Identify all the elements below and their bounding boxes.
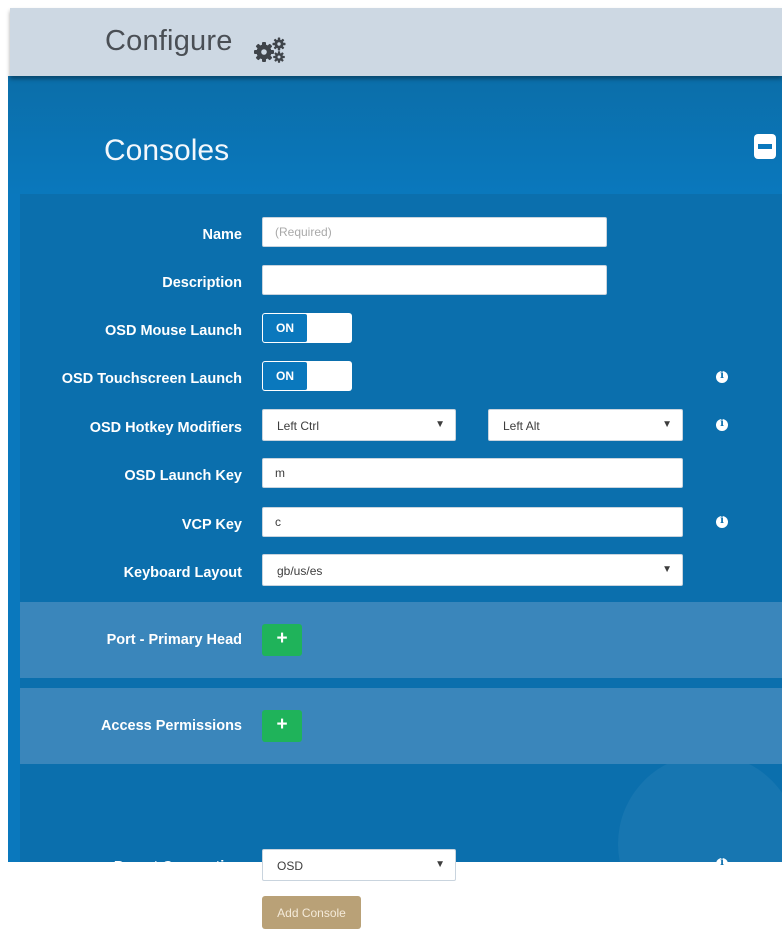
page-header: Configure [10,8,782,76]
select-value: gb/us/es [277,564,323,578]
osd-launch-key-label: OSD Launch Key [124,468,242,484]
vcp-key-label: VCP Key [181,517,242,533]
access-permissions-row: Access Permissions + [20,688,782,764]
gears-icon [253,36,289,64]
preset-connection-label: Preset Connection [113,859,242,875]
name-label: Name [202,227,243,243]
port-primary-head-row: Port - Primary Head + [20,602,782,678]
plus-icon: + [276,628,288,649]
info-icon[interactable]: i [716,370,728,383]
console-form: Name Description OSD Mouse Launch ON OSD… [20,194,782,934]
osd-mouse-launch-toggle[interactable]: ON [262,313,352,343]
keyboard-layout-label: Keyboard Layout [123,565,242,581]
info-icon[interactable]: i [716,515,728,528]
hotkey-modifier-2-select[interactable]: Left Alt ▼ [488,409,683,441]
description-label: Description [162,275,242,291]
osd-touchscreen-launch-label: OSD Touchscreen Launch [61,371,242,387]
select-value: OSD [277,859,304,873]
description-field[interactable] [262,265,607,295]
consoles-section: Consoles Name Description OSD Mouse Laun… [8,76,782,934]
add-console-button[interactable]: Add Console [262,896,361,929]
add-access-permission-button[interactable]: + [262,710,302,742]
keyboard-layout-select[interactable]: gb/us/es ▼ [262,554,683,586]
access-permissions-label: Access Permissions [100,718,242,734]
name-field[interactable] [262,217,607,247]
port-primary-head-label: Port - Primary Head [106,632,242,648]
info-icon[interactable]: i [716,857,728,870]
collapse-button[interactable] [754,134,776,159]
osd-mouse-launch-label: OSD Mouse Launch [105,323,242,339]
osd-touchscreen-launch-toggle[interactable]: ON [262,361,352,391]
dropdown-caret-icon: ▼ [662,564,672,575]
minus-icon [758,144,772,149]
hotkey-modifier-1-select[interactable]: Left Ctrl ▼ [262,409,456,441]
background-decoration [618,754,782,934]
toggle-state: ON [263,314,307,342]
info-icon[interactable]: i [716,418,728,431]
plus-icon: + [276,714,288,735]
dropdown-caret-icon: ▼ [435,419,445,430]
dropdown-caret-icon: ▼ [662,419,672,430]
osd-hotkey-modifiers-label: OSD Hotkey Modifiers [89,420,242,436]
dropdown-caret-icon: ▼ [435,859,445,870]
page-title: Configure [105,25,233,57]
toggle-state: ON [263,362,307,390]
select-value: Left Ctrl [277,419,320,433]
add-port-button[interactable]: + [262,624,302,656]
vcp-key-field[interactable] [262,507,683,537]
preset-connection-select[interactable]: OSD ▼ [262,849,456,881]
select-value: Left Alt [503,419,540,433]
osd-launch-key-field[interactable] [262,458,683,488]
section-title: Consoles [104,134,230,167]
